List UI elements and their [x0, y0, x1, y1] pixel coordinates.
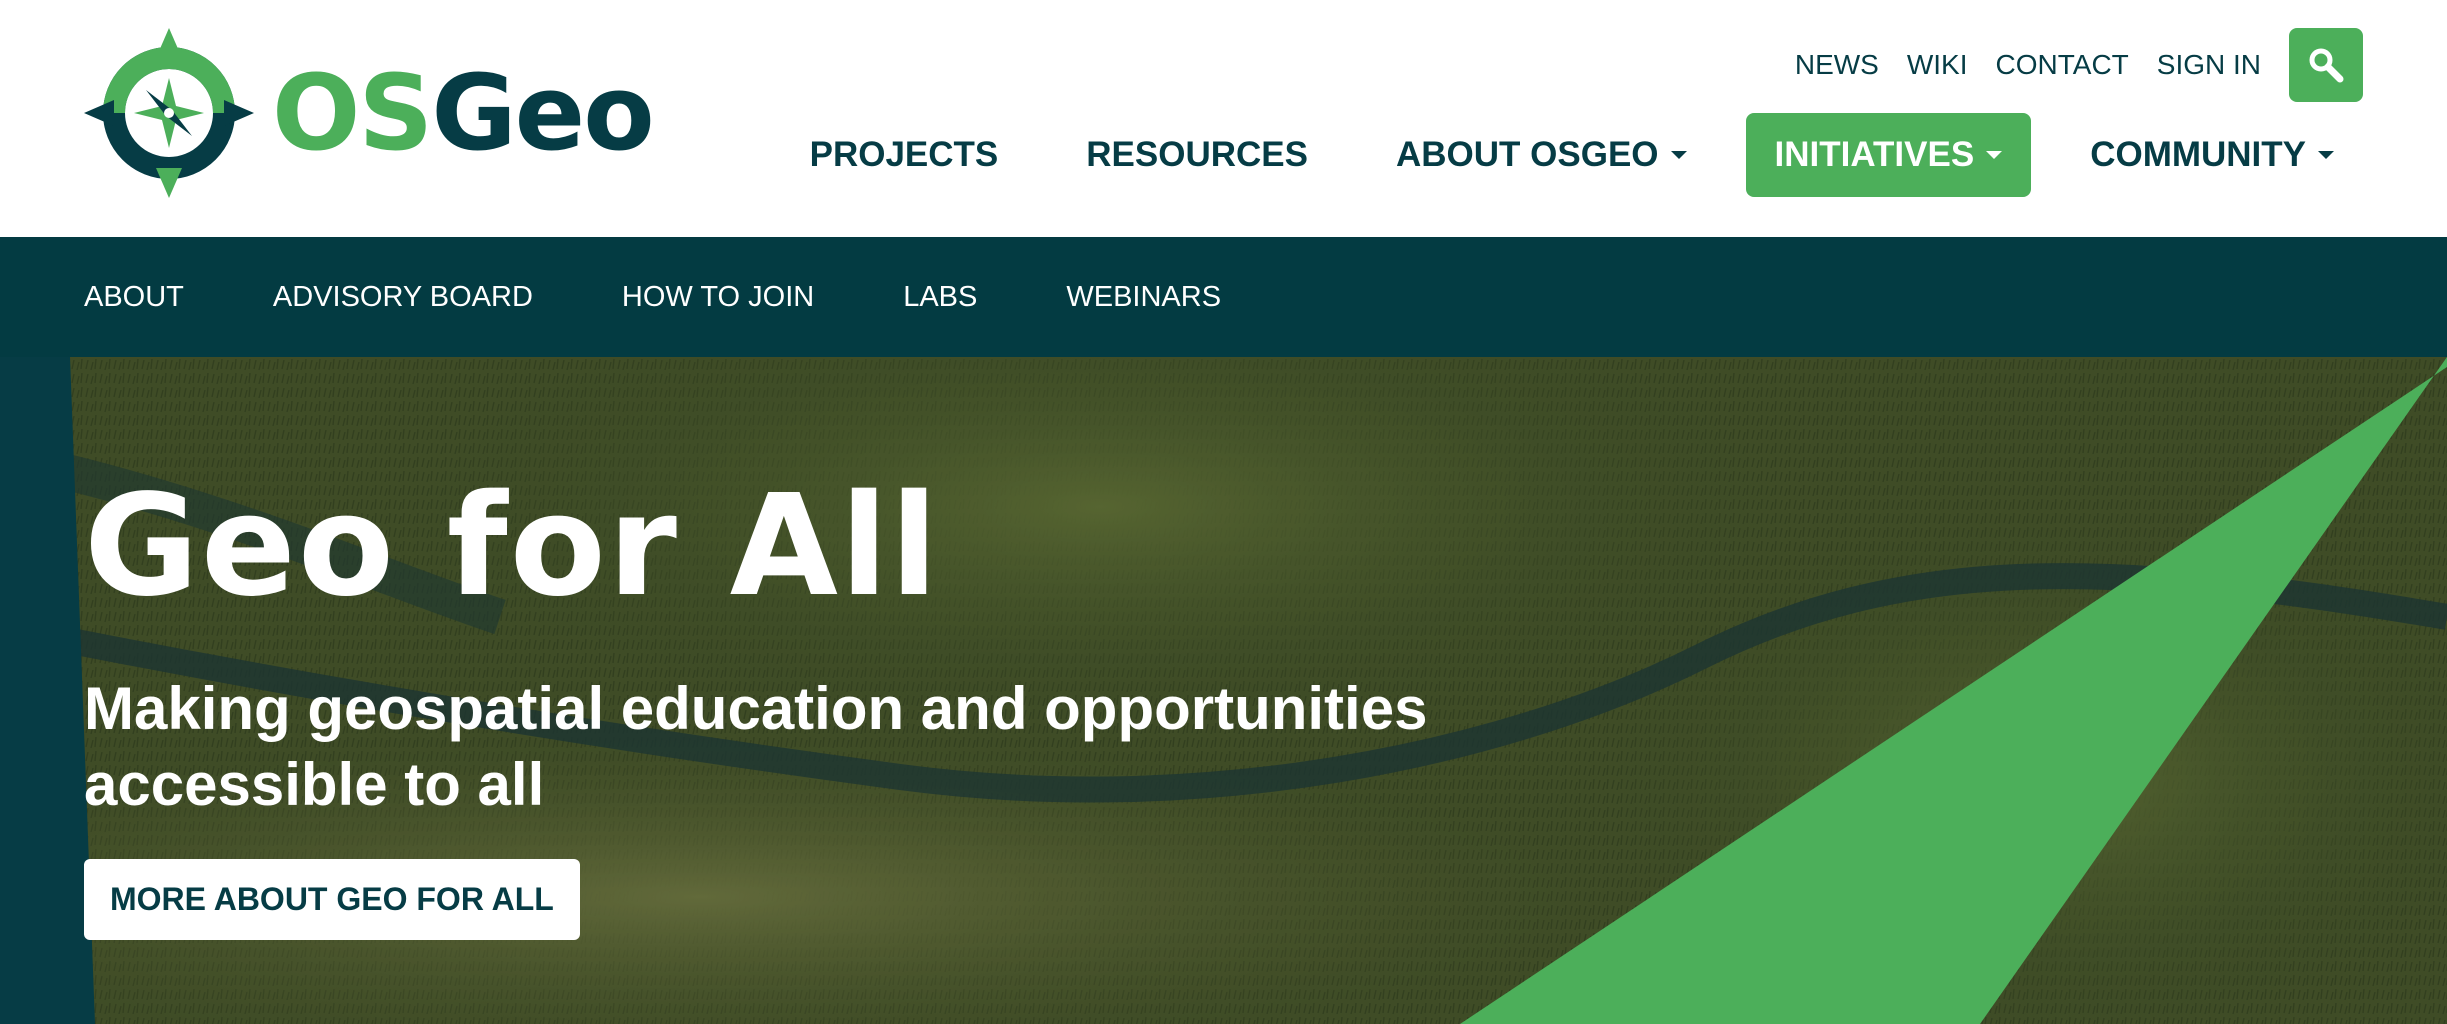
hero-content: Geo for All Making geospatial education … [84, 477, 1584, 940]
nav-about-osgeo-label: ABOUT OSGEO [1396, 135, 1659, 174]
subnav-how-to-join[interactable]: HOW TO JOIN [622, 281, 814, 314]
nav-community[interactable]: COMMUNITY [2061, 113, 2363, 197]
nav-resources[interactable]: RESOURCES [1057, 113, 1337, 197]
nav-projects[interactable]: PROJECTS [781, 113, 1028, 197]
subnav-advisory-board[interactable]: ADVISORY BOARD [273, 281, 533, 314]
nav-projects-label: PROJECTS [809, 135, 999, 174]
caret-down-icon [2318, 151, 2334, 159]
search-button[interactable] [2289, 28, 2363, 102]
hero-banner: Geo for All Making geospatial education … [0, 357, 2447, 1024]
caret-down-icon [1670, 151, 1687, 159]
initiative-subnav: ABOUT ADVISORY BOARD HOW TO JOIN LABS WE… [0, 237, 2447, 357]
subnav-labs[interactable]: LABS [903, 281, 977, 314]
nav-about-osgeo[interactable]: ABOUT OSGEO [1367, 113, 1716, 197]
wordmark-os: OS [272, 52, 433, 174]
subnav-about[interactable]: ABOUT [84, 281, 184, 314]
utility-nav: NEWS WIKI CONTACT SIGN IN [1767, 28, 2363, 102]
site-header: OSGeo NEWS WIKI CONTACT SIGN IN PROJECTS… [0, 0, 2447, 237]
util-link-sign-in[interactable]: SIGN IN [2157, 49, 2261, 81]
hero-title: Geo for All [84, 465, 940, 628]
util-link-wiki[interactable]: WIKI [1907, 49, 1968, 81]
wordmark-geo: Geo [431, 52, 654, 174]
search-icon [2309, 48, 2344, 83]
nav-resources-label: RESOURCES [1086, 135, 1308, 174]
nav-initiatives-label: INITIATIVES [1774, 135, 1975, 174]
subnav-webinars[interactable]: WEBINARS [1066, 281, 1221, 314]
more-about-geo-for-all-button[interactable]: MORE ABOUT GEO FOR ALL [84, 859, 580, 940]
caret-down-icon [1986, 151, 2003, 159]
util-link-contact[interactable]: CONTACT [1996, 49, 2129, 81]
hero-subtitle: Making geospatial education and opportun… [84, 675, 1428, 818]
nav-community-label: COMMUNITY [2090, 135, 2306, 174]
util-link-news[interactable]: NEWS [1795, 49, 1879, 81]
osgeo-logo[interactable]: OSGeo [84, 28, 655, 198]
compass-logo-icon [84, 28, 254, 198]
main-nav: PROJECTS RESOURCES ABOUT OSGEO INITIATIV… [751, 113, 2363, 197]
nav-initiatives[interactable]: INITIATIVES [1745, 113, 2032, 197]
osgeo-wordmark: OSGeo [272, 61, 655, 165]
